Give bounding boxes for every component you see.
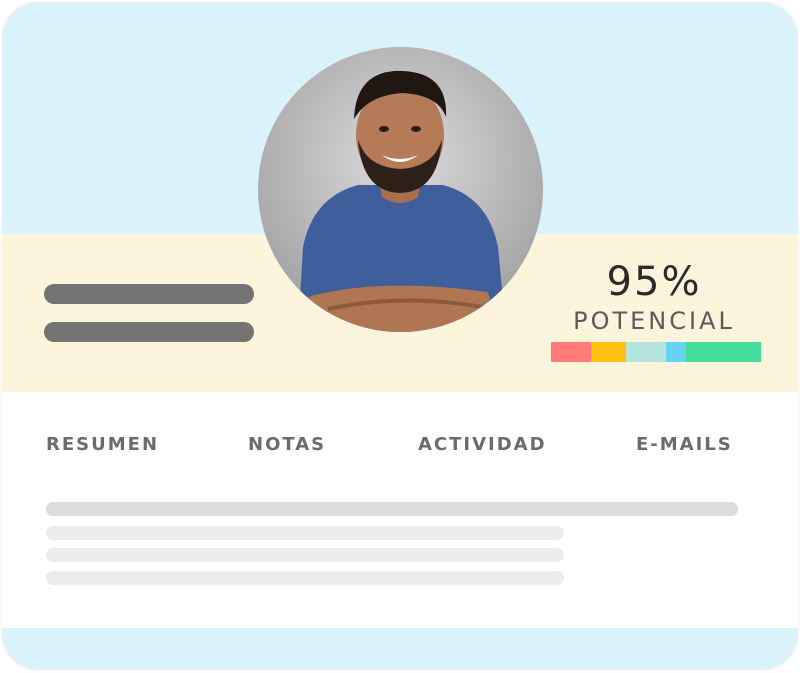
tab-resumen[interactable]: RESUMEN (46, 432, 159, 458)
profile-card: 95% POTENCIAL RESUMEN NOTAS ACTIVIDAD E-… (2, 2, 798, 670)
subtitle-placeholder-bar (44, 322, 254, 342)
avatar (258, 47, 543, 332)
content-placeholder-line (46, 548, 564, 562)
strip-segment-mint (626, 342, 666, 362)
name-placeholder-bar (44, 284, 254, 304)
content-placeholder-line (46, 502, 738, 516)
strip-segment-yellow (591, 342, 626, 362)
content-placeholder-line (46, 526, 564, 540)
tab-actividad[interactable]: ACTIVIDAD (418, 432, 547, 458)
content-placeholder-line (46, 571, 564, 585)
strip-segment-red (551, 342, 591, 362)
tab-e-mails[interactable]: E-MAILS (636, 432, 733, 458)
potential-value: 95% (606, 259, 702, 305)
strip-segment-green (686, 342, 761, 362)
footer-band (2, 628, 798, 670)
potential-color-strip (551, 342, 761, 362)
potential-label: POTENCIAL (573, 307, 735, 335)
strip-segment-blue (666, 342, 686, 362)
tab-notas[interactable]: NOTAS (248, 432, 326, 458)
